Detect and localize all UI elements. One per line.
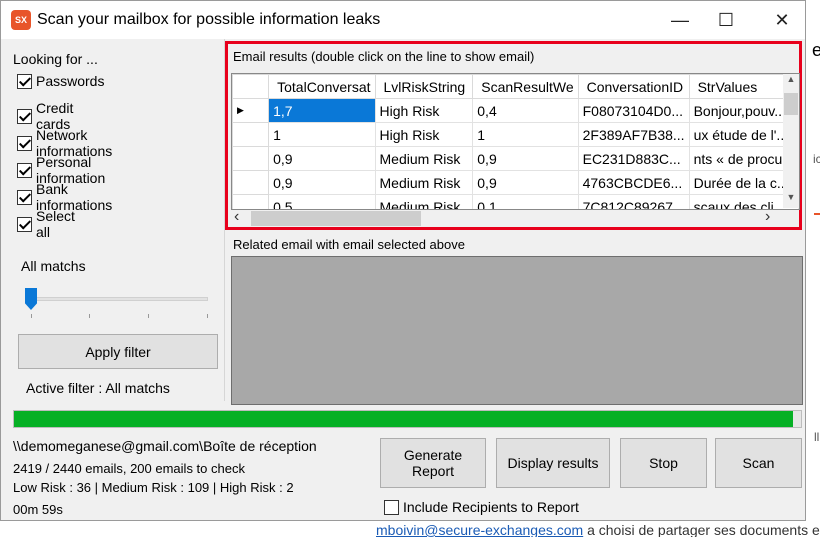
filter-checkbox[interactable] [17, 216, 32, 232]
row-header[interactable]: ▶ [232, 98, 270, 123]
background-heading-fragment: e [812, 40, 820, 60]
row-header[interactable] [232, 122, 270, 147]
stop-button[interactable]: Stop [620, 438, 707, 488]
table-cell[interactable]: 0,9 [472, 170, 579, 195]
scroll-down-icon[interactable]: ▼ [783, 192, 799, 202]
column-header[interactable]: LvlRiskString [374, 74, 474, 99]
table-cell[interactable]: 0,1 [472, 194, 579, 209]
filter-checkbox[interactable] [17, 189, 32, 205]
table-row[interactable]: 1 High Risk 1 2F389AF7B38... ux étude de l'.… [232, 122, 799, 147]
table-cell[interactable]: 1 [268, 122, 376, 147]
background-text-fragment-2: ll [814, 430, 820, 444]
column-header[interactable]: ScanResultWe [472, 74, 579, 99]
scan-window: SX Scan your mailbox for possible inform… [0, 0, 806, 521]
scan-button[interactable]: Scan [715, 438, 802, 488]
table-cell[interactable]: Medium Risk [374, 170, 474, 195]
active-filter-text: Active filter : All matchs [26, 380, 170, 396]
background-email-line: mboivin@secure-exchanges.com a choisi de… [368, 522, 820, 537]
slider-tick [148, 314, 149, 318]
scan-progress-bar [13, 410, 802, 428]
table-row[interactable]: 0,9 Medium Risk 0,9 4763CBCDE6... Durée de l… [232, 170, 799, 195]
include-recipients-option[interactable]: Include Recipients to Report [384, 499, 579, 515]
table-row[interactable]: ▶ 1,7 High Risk 0,4 F08073104D0... Bonjour,po… [232, 98, 799, 123]
background-accent-line [814, 213, 820, 215]
email-preview-pane[interactable] [231, 256, 803, 405]
table-cell[interactable]: 0,9 [268, 170, 376, 195]
grid-corner-cell [232, 74, 270, 99]
table-cell[interactable]: 0,5 [268, 194, 376, 209]
email-count: 2419 / 2440 emails, 200 emails to check [13, 461, 245, 476]
slider-label: All matchs [21, 258, 86, 274]
filter-checkbox[interactable] [17, 73, 32, 89]
display-results-button[interactable]: Display results [496, 438, 610, 488]
window-title: Scan your mailbox for possible informati… [37, 11, 381, 28]
include-recipients-checkbox[interactable] [384, 499, 399, 515]
table-cell[interactable]: F08073104D0... [577, 98, 690, 123]
filter-checkbox[interactable] [17, 108, 32, 124]
filter-heading: Looking for ... [13, 51, 98, 67]
results-grid[interactable]: TotalConversat LvlRiskString ScanResultWe C… [231, 73, 800, 210]
background-email-link[interactable]: mboivin@secure-exchanges.com [376, 522, 583, 537]
filter-option[interactable]: Passwords [17, 73, 104, 89]
table-cell[interactable]: 0,4 [472, 98, 579, 123]
risk-summary: Low Risk : 36 | Medium Risk : 109 | High… [13, 480, 294, 495]
match-slider-track[interactable] [25, 297, 208, 301]
slider-tick [31, 314, 32, 318]
row-header[interactable] [232, 170, 270, 195]
app-logo-icon: SX [11, 10, 31, 30]
filter-option[interactable]: Select all [17, 208, 75, 240]
scroll-left-icon[interactable]: ‹ [234, 208, 239, 226]
generate-report-button[interactable]: Generate Report [380, 438, 486, 488]
row-header[interactable] [232, 146, 270, 171]
results-table[interactable]: TotalConversat LvlRiskString ScanResultWe C… [232, 74, 799, 209]
table-row[interactable]: 0,9 Medium Risk 0,9 EC231D883C... nts « de p… [232, 146, 799, 171]
scroll-right-icon[interactable]: › [765, 208, 770, 226]
table-cell[interactable]: 0,9 [472, 146, 579, 171]
table-cell[interactable]: EC231D883C... [577, 146, 690, 171]
results-vertical-scroll-thumb[interactable] [784, 93, 798, 115]
slider-tick [89, 314, 90, 318]
filter-label: Passwords [36, 73, 105, 89]
apply-filter-button[interactable]: Apply filter [18, 334, 218, 369]
scroll-up-icon[interactable]: ▲ [783, 74, 799, 84]
table-cell[interactable]: High Risk [374, 122, 474, 147]
mailbox-path: \\demomeganese@gmail.com\Boîte de récept… [13, 438, 317, 454]
maximize-button[interactable]: ☐ [703, 1, 749, 39]
table-cell[interactable]: Medium Risk [374, 146, 474, 171]
column-header[interactable]: ConversationID [577, 74, 690, 99]
table-row[interactable]: 0,5 Medium Risk 0,1 7C812C89267... scaux des… [232, 194, 799, 209]
results-heading: Email results (double click on the line … [233, 49, 535, 64]
table-cell[interactable]: 7C812C89267... [577, 194, 690, 209]
table-cell[interactable]: 4763CBCDE6... [577, 170, 690, 195]
related-heading: Related email with email selected above [233, 237, 465, 252]
background-app [805, 0, 820, 537]
results-header-row: TotalConversat LvlRiskString ScanResultWe C… [232, 74, 799, 99]
results-horizontal-scroll-thumb[interactable] [251, 211, 421, 226]
minimize-button[interactable]: — [657, 1, 703, 39]
background-text-fragment: ic [813, 152, 820, 166]
table-cell[interactable]: 2F389AF7B38... [577, 122, 690, 147]
table-cell[interactable]: High Risk [374, 98, 474, 123]
elapsed-time: 00m 59s [13, 502, 63, 517]
table-cell[interactable]: Medium Risk [374, 194, 474, 209]
filter-checkbox[interactable] [17, 162, 32, 178]
table-cell[interactable]: 1 [472, 122, 579, 147]
table-cell[interactable]: 0,9 [268, 146, 376, 171]
title-bar[interactable]: SX Scan your mailbox for possible inform… [1, 1, 805, 39]
close-button[interactable]: ✕ [759, 1, 805, 39]
slider-tick [207, 314, 208, 318]
filter-label: Select all [36, 208, 75, 240]
filter-checkbox[interactable] [17, 135, 32, 151]
scan-progress-fill [14, 411, 794, 427]
include-recipients-label: Include Recipients to Report [403, 499, 579, 515]
background-email-text: a choisi de partager ses documents en to… [587, 522, 820, 537]
match-slider-thumb[interactable] [25, 288, 37, 310]
column-header[interactable]: TotalConversat [268, 74, 376, 99]
table-cell[interactable]: 1,7 [268, 98, 376, 123]
